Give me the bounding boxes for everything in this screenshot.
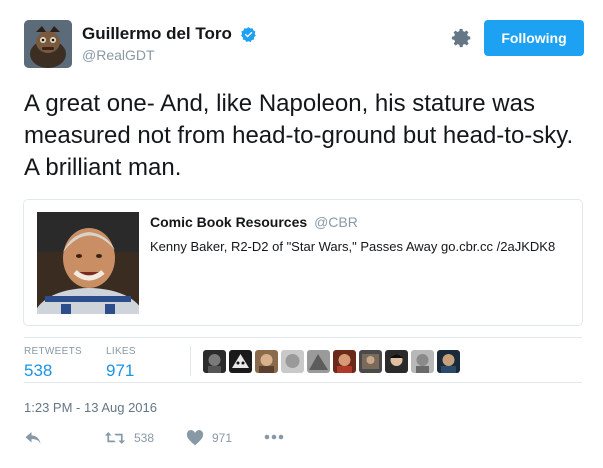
card-body-text: Kenny Baker, R2-D2 of "Star Wars," Passe…	[150, 239, 556, 254]
tweet-text: A great one- And, like Napoleon, his sta…	[24, 90, 574, 181]
author-avatar[interactable]	[24, 20, 72, 68]
following-button[interactable]: Following	[484, 20, 584, 56]
quoted-tweet-card[interactable]: Comic Book Resources @CBR Kenny Baker, R…	[23, 199, 583, 326]
verified-badge-icon	[241, 26, 257, 42]
retweet-button[interactable]: 538	[104, 430, 154, 446]
likes-count[interactable]: 971	[106, 361, 136, 381]
reply-icon	[25, 432, 41, 444]
retweets-stat[interactable]: RETWEETS 538	[24, 346, 82, 381]
author-display-name[interactable]: Guillermo del Toro	[82, 24, 232, 44]
liker-avatar[interactable]	[281, 350, 304, 373]
likes-label: LIKES	[106, 346, 136, 357]
reply-button[interactable]	[24, 430, 42, 446]
card-thumbnail	[37, 212, 139, 314]
card-source-name[interactable]: Comic Book Resources	[150, 214, 307, 230]
liker-avatar[interactable]	[333, 350, 356, 373]
liker-avatar[interactable]	[255, 350, 278, 373]
more-dots-icon	[264, 434, 284, 440]
like-button[interactable]: 971	[186, 430, 232, 446]
card-source-handle[interactable]: @CBR	[314, 214, 358, 230]
liker-avatar[interactable]	[229, 350, 252, 373]
author-handle[interactable]: @RealGDT	[82, 47, 257, 63]
retweet-count: 538	[134, 431, 155, 445]
stats-divider	[190, 346, 191, 376]
heart-icon	[186, 430, 204, 446]
retweets-label: RETWEETS	[24, 346, 82, 357]
more-button[interactable]	[264, 434, 284, 440]
author-info: Guillermo del Toro @RealGDT	[82, 24, 257, 63]
liker-avatars	[203, 350, 460, 373]
liker-avatar[interactable]	[203, 350, 226, 373]
tweet-timestamp[interactable]: 1:23 PM - 13 Aug 2016	[24, 400, 157, 415]
liker-avatar[interactable]	[359, 350, 382, 373]
liker-avatar[interactable]	[437, 350, 460, 373]
retweets-count[interactable]: 538	[24, 361, 82, 381]
card-source: Comic Book Resources @CBR	[150, 214, 358, 230]
liker-avatar[interactable]	[411, 350, 434, 373]
tweet-actions: 538 971	[24, 428, 324, 450]
tweet-stats: RETWEETS 538 LIKES 971	[24, 337, 582, 383]
liker-avatar[interactable]	[307, 350, 330, 373]
liker-avatar[interactable]	[385, 350, 408, 373]
likes-stat[interactable]: LIKES 971	[106, 346, 136, 381]
gear-icon[interactable]	[451, 27, 473, 49]
retweet-icon	[104, 432, 126, 444]
like-count: 971	[212, 431, 233, 445]
